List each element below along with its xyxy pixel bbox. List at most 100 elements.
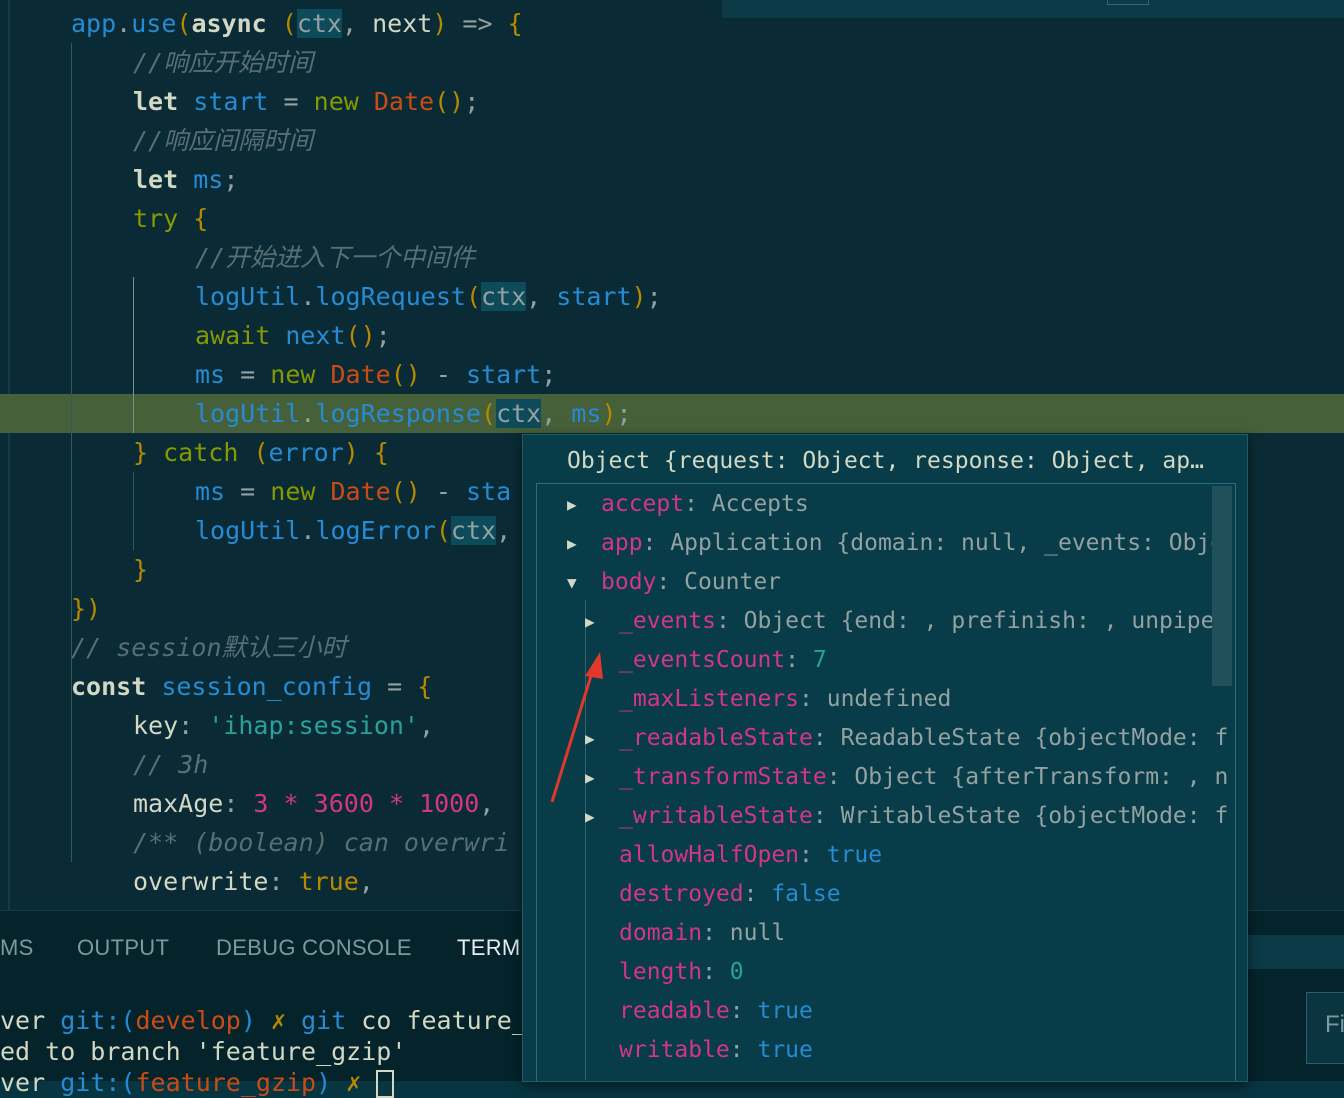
code-token: : <box>223 789 254 818</box>
side-button[interactable]: Fi <box>1306 992 1344 1064</box>
tree-row-text: _events: Object {end: , prefinish: , unp… <box>619 602 1228 641</box>
code-token: logRequest <box>315 282 466 311</box>
code-token: ( <box>481 399 497 428</box>
expand-arrow-icon[interactable]: ▶ <box>567 485 577 524</box>
code-line[interactable]: logUtil.logRequest(ctx, start); <box>0 277 1344 316</box>
code-token: try <box>133 204 179 233</box>
code-token: ; <box>541 360 557 389</box>
expand-arrow-icon[interactable]: ▶ <box>585 797 595 836</box>
debug-hover-widget[interactable]: Object {request: Object, response: Objec… <box>522 434 1248 1082</box>
code-token: async <box>191 9 267 38</box>
property-separator: : <box>799 842 827 868</box>
code-token: Date <box>330 477 391 506</box>
code-token: // 3h <box>133 750 209 779</box>
code-line[interactable]: await next(); <box>0 316 1344 355</box>
code-token: , <box>358 867 374 896</box>
tree-row[interactable]: ▶ _readableState: ReadableState {objectMo… <box>537 719 1228 758</box>
code-line[interactable]: //开始进入下一个中间件 <box>0 238 1344 277</box>
tree-row[interactable]: length: 0 <box>537 953 1217 992</box>
code-token: , <box>341 9 373 38</box>
code-token: overwrite <box>133 867 269 896</box>
code-token: ; <box>616 399 632 428</box>
code-token: { <box>507 9 523 38</box>
tree-row[interactable]: _maxListeners: undefined <box>537 680 1217 719</box>
tree-row[interactable]: writable: true <box>537 1031 1217 1070</box>
panel-tab[interactable]: DEBUG CONSOLE <box>216 935 412 961</box>
tree-row[interactable]: ▶ _events: Object {end: , prefinish: , un… <box>537 602 1228 641</box>
collapse-arrow-icon[interactable]: ▼ <box>567 563 577 602</box>
code-token: : <box>178 711 209 740</box>
panel-tab[interactable]: OUTPUT <box>77 935 169 961</box>
code-token: 1000 <box>419 789 480 818</box>
code-token: => <box>447 9 508 38</box>
expand-arrow-icon[interactable]: ▶ <box>585 719 595 758</box>
code-line[interactable]: //响应间隔时间 <box>0 121 1344 160</box>
property-name: _events <box>619 608 716 634</box>
code-token: ; <box>223 165 239 194</box>
code-token: ( <box>253 438 269 467</box>
code-token: ctx <box>496 399 542 428</box>
property-value: Object {afterTransform: , n <box>854 764 1229 790</box>
property-name: _transformState <box>619 764 827 790</box>
property-separator: : <box>799 686 827 712</box>
tree-row-text: allowHalfOpen: true <box>619 836 882 875</box>
tree-row-text: accept: Accepts <box>601 485 809 524</box>
property-name: writable <box>619 1037 730 1063</box>
code-line[interactable]: //响应开始时间 <box>0 43 1344 82</box>
variable-tree[interactable]: ▶ accept: Accepts ▶ app: Application {domai… <box>536 483 1236 1081</box>
property-value: null <box>729 920 786 946</box>
code-token: ; <box>464 87 480 116</box>
tree-row[interactable]: ▶ _writableState: WritableState {objectMo… <box>537 797 1228 836</box>
property-separator: : <box>656 569 685 595</box>
property-value: Object {end: , prefinish: , unpipe: <box>743 608 1229 634</box>
code-token: , <box>496 516 512 545</box>
property-value: true <box>757 1037 813 1063</box>
expand-arrow-icon[interactable]: ▶ <box>585 758 595 797</box>
tree-row-text: body: Counter <box>601 563 781 602</box>
tree-scrollbar[interactable] <box>1212 486 1232 686</box>
tree-row[interactable]: allowHalfOpen: true <box>537 836 1217 875</box>
code-token: ( <box>176 9 192 38</box>
property-separator: : <box>812 725 841 751</box>
tree-row[interactable]: destroyed: false <box>537 875 1217 914</box>
code-token: ctx <box>450 516 497 545</box>
terminal-token: git <box>301 1006 347 1035</box>
tree-row[interactable]: readable: true <box>537 992 1217 1031</box>
code-token: key <box>133 711 179 740</box>
tree-row[interactable]: ▶ app: Application {domain: null, _events… <box>537 524 1224 563</box>
expand-arrow-icon[interactable]: ▶ <box>585 602 595 641</box>
terminal-token: develop <box>135 1006 241 1035</box>
expand-arrow-icon[interactable]: ▶ <box>567 524 577 563</box>
code-token: ) <box>343 438 359 467</box>
code-line[interactable]: try { <box>0 199 1344 238</box>
property-separator: : <box>812 803 841 829</box>
code-token: logError <box>315 516 436 545</box>
property-value: true <box>826 842 883 868</box>
tree-row[interactable]: domain: null <box>537 914 1217 953</box>
code-line[interactable]: ms = new Date() - start; <box>0 355 1344 394</box>
property-name: _eventsCount <box>619 647 786 673</box>
panel-tab[interactable]: TERMI <box>457 935 527 961</box>
code-line[interactable]: logUtil.logResponse(ctx, ms); <box>0 394 1344 433</box>
code-line[interactable]: let start = new Date(); <box>0 82 1344 121</box>
property-name: app <box>601 530 643 556</box>
panel-tab[interactable]: MS <box>0 935 34 961</box>
tree-row[interactable]: _eventsCount: 7 <box>537 641 1217 680</box>
property-value: 7 <box>812 647 827 673</box>
terminal-line: ver git:(feature_gzip) ✗ <box>0 1068 395 1098</box>
tree-row[interactable]: ▶ accept: Accepts <box>537 485 1217 524</box>
tree-row[interactable]: ▼ body: Counter <box>537 563 1217 602</box>
property-value: 0 <box>729 959 744 985</box>
code-token: new <box>313 87 359 116</box>
code-line[interactable]: let ms; <box>0 160 1344 199</box>
property-name: body <box>601 569 657 595</box>
tree-row[interactable]: ▶ _transformState: Object {afterTransform… <box>537 758 1228 797</box>
code-line[interactable]: app.use(async (ctx, next) => { <box>0 4 1344 43</box>
